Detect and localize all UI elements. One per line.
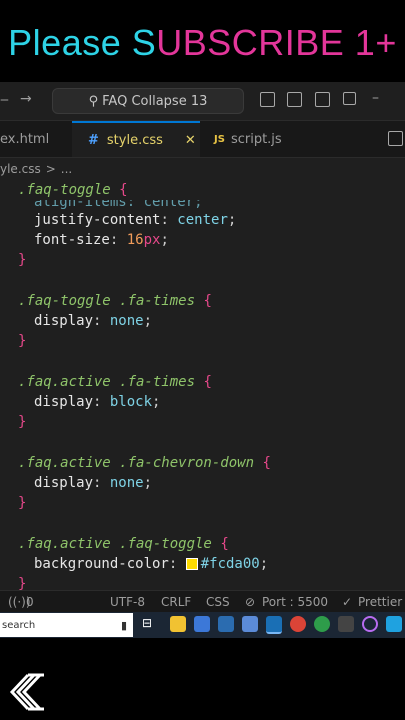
customize-layout-icon[interactable] (343, 92, 356, 105)
store-icon[interactable] (194, 616, 210, 632)
mail-icon[interactable] (218, 616, 234, 632)
editor-tabs: ex.html # style.css ✕ JS script.js (0, 121, 405, 158)
tab-index-html[interactable]: ex.html (0, 121, 70, 157)
vscode-icon[interactable] (266, 616, 282, 634)
code-line: background-color: #fcda00; (34, 556, 269, 572)
breadcrumb: yle.css > ... (0, 158, 405, 180)
subscribe-banner: Please SUBSCRIBE 1+ (0, 0, 405, 82)
tab-label: ex.html (0, 131, 50, 147)
photos-icon[interactable] (242, 616, 258, 632)
breadcrumb-rest[interactable]: ... (61, 162, 72, 176)
code-line: .faq.active .faq-toggle { (18, 536, 229, 552)
code-line: } (18, 252, 27, 268)
code-line: display: none; (34, 313, 153, 329)
code-line: } (18, 576, 27, 590)
tab-label: script.js (230, 131, 282, 147)
code-line: .faq-toggle { (18, 182, 128, 198)
app-icon-green[interactable] (314, 616, 330, 632)
code-line: } (18, 414, 27, 430)
tab-style-css[interactable]: # style.css ✕ (72, 121, 200, 157)
channel-logo-icon (9, 673, 44, 711)
status-eol[interactable]: CRLF (161, 595, 191, 609)
taskbar: search ▮ ⊟ (0, 612, 405, 638)
title-bar: ‒ → ⚲ FAQ Collapse 13 – (0, 82, 405, 121)
banner-text: Please SUBSCRIBE 1+ (8, 22, 397, 63)
task-view-icon[interactable]: ⊟ (142, 616, 158, 632)
bottom-area (0, 638, 405, 720)
microphone-icon[interactable]: ▮ (121, 619, 127, 632)
toggle-panel-icon[interactable] (287, 92, 302, 107)
code-line: display: none; (34, 475, 153, 491)
arrow-left-icon[interactable]: ‒ (0, 92, 9, 108)
arrow-right-icon[interactable]: → (20, 91, 32, 107)
code-line: .faq.active .fa-chevron-down { (18, 455, 271, 471)
taskbar-search-placeholder: search (2, 619, 36, 631)
port-icon: ⊘ (245, 595, 256, 609)
chrome-icon[interactable] (290, 616, 306, 632)
app-icon-ring[interactable] (362, 616, 378, 632)
css-file-icon: # (88, 132, 99, 148)
app-icon-blue[interactable] (386, 616, 402, 632)
code-line: } (18, 495, 27, 511)
status-errors[interactable]: 0 (26, 595, 34, 609)
color-swatch[interactable] (185, 558, 198, 570)
status-port[interactable]: Port : 5500 (262, 595, 328, 609)
command-center[interactable]: ⚲ FAQ Collapse 13 (52, 88, 244, 114)
code-line: } (18, 333, 27, 349)
status-encoding[interactable]: UTF-8 (110, 595, 145, 609)
tab-script-js[interactable]: JS script.js (214, 121, 324, 157)
code-editor[interactable]: .faq-toggle { align-items: center; justi… (0, 180, 405, 590)
toggle-sidebar-icon[interactable] (260, 92, 275, 107)
code-line: font-size: 16px; (34, 232, 169, 248)
js-file-icon: JS (214, 133, 225, 145)
figma-icon[interactable] (338, 616, 354, 632)
close-icon[interactable]: ✕ (185, 133, 196, 148)
search-icon: ⚲ (88, 93, 99, 109)
code-line: .faq-toggle .fa-times { (18, 293, 212, 309)
breadcrumb-separator: > (45, 162, 56, 176)
code-line: justify-content: center; (34, 212, 237, 228)
status-bar: ((·)) 0 UTF-8 CRLF CSS ⊘ Port : 5500 ✓ P… (0, 590, 405, 613)
command-center-label: FAQ Collapse 13 (102, 93, 208, 109)
code-line: .faq.active .fa-times { (18, 374, 212, 390)
check-icon: ✓ (342, 595, 353, 609)
breadcrumb-file[interactable]: yle.css (0, 162, 41, 176)
status-language[interactable]: CSS (206, 595, 230, 609)
toggle-secondary-sidebar-icon[interactable] (315, 92, 330, 107)
file-explorer-icon[interactable] (170, 616, 186, 632)
status-prettier[interactable]: Prettier (358, 595, 402, 609)
minimize-icon[interactable]: – (372, 90, 379, 106)
code-line: display: block; (34, 394, 161, 410)
tab-label: style.css (106, 132, 163, 148)
split-editor-icon[interactable] (388, 131, 403, 146)
taskbar-search[interactable]: search ▮ (0, 613, 133, 637)
